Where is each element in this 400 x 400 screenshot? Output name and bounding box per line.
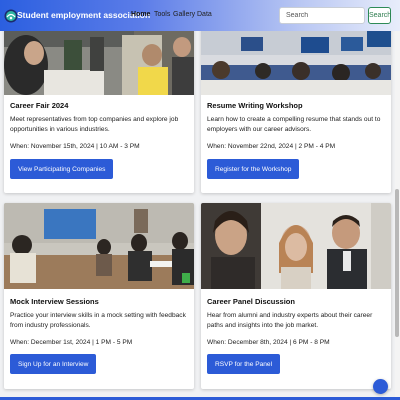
- nav-link-tools[interactable]: Tools: [154, 11, 170, 18]
- career-fair-photo: [4, 25, 194, 95]
- search-button[interactable]: Search: [368, 7, 391, 24]
- sign-up-interview-button[interactable]: Sign Up for an Interview: [10, 354, 97, 374]
- event-card-career-panel: Career Panel Discussion Hear from alumni…: [201, 203, 391, 389]
- career-panel-photo: [201, 203, 391, 289]
- card-title: Mock Interview Sessions: [10, 297, 99, 306]
- card-description: Practice your interview skills in a mock…: [10, 312, 186, 329]
- event-card-resume-workshop: Resume Writing Workshop Learn how to cre…: [201, 25, 391, 193]
- nav-link-gallery[interactable]: Gallery: [173, 11, 195, 18]
- mock-interview-photo: [4, 203, 194, 289]
- card-description: Meet representatives from top companies …: [10, 116, 179, 133]
- top-navbar: Student employment association Home Tool…: [0, 0, 400, 31]
- event-card-mock-interview: Mock Interview Sessions Practice your in…: [4, 203, 194, 389]
- floating-action-button[interactable]: [373, 379, 388, 394]
- card-date: When: December 8th, 2024 | 6 PM - 8 PM: [207, 339, 330, 346]
- search-input[interactable]: [279, 7, 365, 24]
- page-scrollbar-thumb[interactable]: [395, 189, 399, 337]
- nav-link-home[interactable]: Home: [131, 11, 150, 18]
- rsvp-panel-button[interactable]: RSVP for the Panel: [207, 354, 281, 374]
- card-date: When: December 1st, 2024 | 1 PM - 5 PM: [10, 339, 133, 346]
- view-companies-button[interactable]: View Participating Companies: [10, 159, 114, 179]
- register-workshop-button[interactable]: Register for the Workshop: [207, 159, 300, 179]
- event-card-career-fair: Career Fair 2024 Meet representatives fr…: [4, 25, 194, 193]
- card-title: Career Panel Discussion: [207, 297, 295, 306]
- card-description: Learn how to create a compelling resume …: [207, 116, 381, 133]
- resume-workshop-photo: [201, 25, 391, 95]
- logo-icon[interactable]: [4, 9, 18, 23]
- nav-link-data[interactable]: Data: [197, 11, 212, 18]
- card-title: Resume Writing Workshop: [207, 101, 303, 110]
- card-date: When: November 22nd, 2024 | 2 PM - 4 PM: [207, 143, 336, 150]
- card-description: Hear from alumni and industry experts ab…: [207, 312, 373, 329]
- card-date: When: November 15th, 2024 | 10 AM - 3 PM: [10, 143, 140, 150]
- card-title: Career Fair 2024: [10, 101, 69, 110]
